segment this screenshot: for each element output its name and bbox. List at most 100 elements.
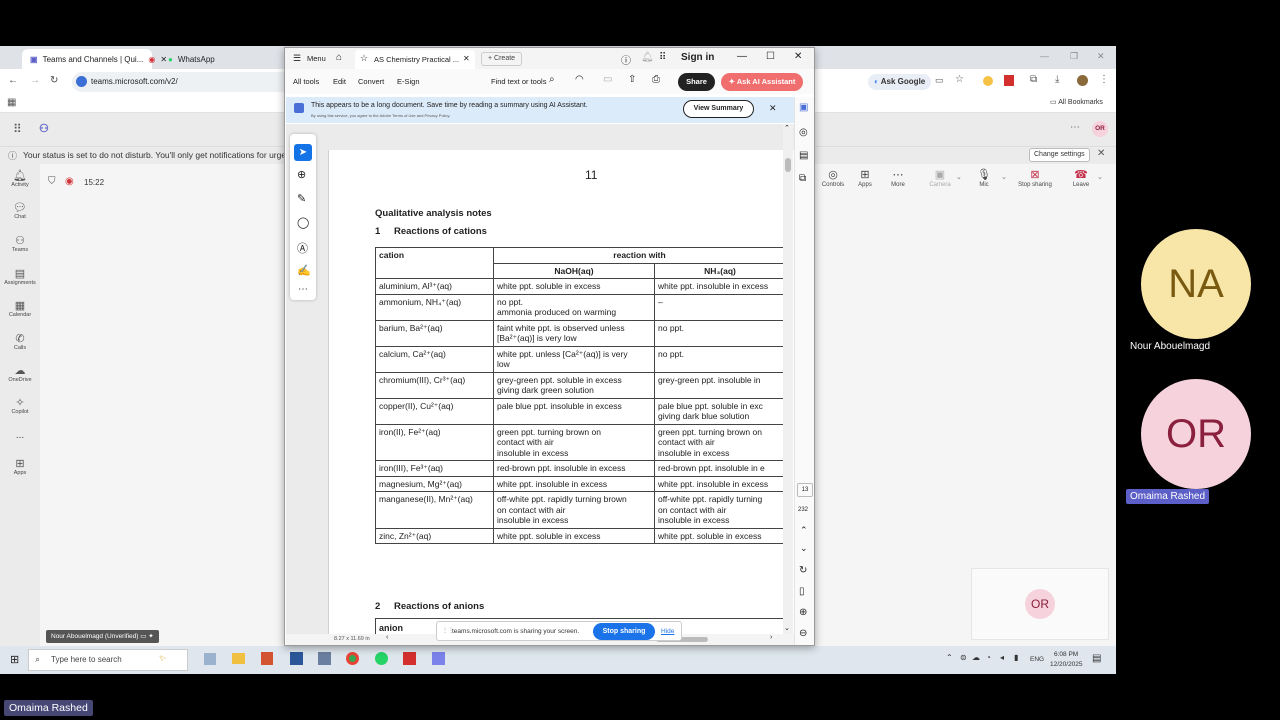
help-icon[interactable]: ⓘ <box>621 52 631 67</box>
zoom-tool-icon[interactable]: ⊕ <box>297 168 306 181</box>
ai-panel-icon[interactable]: ▣ <box>799 102 808 113</box>
extensions-puzzle-icon[interactable]: ⧉ <box>1030 74 1037 85</box>
pages-panel-icon[interactable]: ⧉ <box>799 173 806 184</box>
zoom-in-icon[interactable]: ⊕ <box>799 607 807 618</box>
teams-taskbar-icon[interactable] <box>432 652 445 665</box>
forward-arrow-icon[interactable]: → <box>30 75 40 86</box>
apps-grid-icon[interactable]: ⠿ <box>659 52 666 63</box>
chrome-icon[interactable] <box>346 652 359 665</box>
view-summary-button[interactable]: View Summary <box>683 100 754 118</box>
find-text-field[interactable]: Find text or tools <box>491 77 546 86</box>
tray-cloud-icon[interactable]: ☁ <box>972 653 980 662</box>
stop-sharing-chrome-button[interactable]: Stop sharing <box>593 623 655 640</box>
taskbar-search[interactable]: ⌕ Type here to search ✨︎ <box>28 649 188 671</box>
site-info-icon[interactable] <box>76 76 87 87</box>
edit-tab[interactable]: Edit <box>333 77 346 86</box>
close-window-icon[interactable]: ✕ <box>794 51 802 62</box>
profile-avatar[interactable] <box>1077 75 1088 86</box>
camera-button[interactable]: ▣ Camera <box>923 169 957 188</box>
mic-chevron-icon[interactable]: ⌄ <box>1001 173 1007 181</box>
stop-sharing-button[interactable]: ⊠ Stop sharing <box>1012 169 1058 188</box>
home-icon[interactable]: ⌂ <box>336 52 342 63</box>
office-icon[interactable] <box>261 652 273 665</box>
convert-tab[interactable]: Convert <box>358 77 384 86</box>
search-icon[interactable]: ⌕ <box>549 74 555 85</box>
bookmark-star-icon[interactable]: ☆ <box>955 74 964 85</box>
browser-tab-whatsapp[interactable]: ● WhatsApp <box>160 49 270 69</box>
rail-item-copilot[interactable]: ✧ Copilot <box>0 397 40 415</box>
rail-item-assignments[interactable]: ▤ Assignments <box>0 268 40 286</box>
all-bookmarks-button[interactable]: ▭ All Bookmarks <box>1050 98 1103 106</box>
bookmark-panel-icon[interactable]: ▤ <box>799 150 808 161</box>
more-tools-icon[interactable]: ⋯ <box>298 284 308 295</box>
url-field[interactable]: teams.microsoft.com/v2/ <box>72 72 302 92</box>
star-icon[interactable]: ☆ <box>360 53 368 64</box>
rail-item-apps[interactable]: ⊞ Apps <box>0 458 40 476</box>
more-button[interactable]: ⋯ More <box>881 169 915 188</box>
controls-button[interactable]: ◎ Controls <box>816 169 850 188</box>
select-cursor-icon[interactable]: ➤ <box>294 144 312 161</box>
text-box-icon[interactable]: Ⓐ <box>297 240 308 256</box>
read-aloud-icon[interactable]: ◠ <box>575 74 584 85</box>
tray-mic-icon[interactable]: ▮ <box>1014 653 1018 662</box>
scroll-left-icon[interactable]: ‹ <box>386 634 388 641</box>
vertical-scrollbar[interactable]: ⌃ ⌄ <box>783 124 793 634</box>
browser-tab-teams[interactable]: ▣ Teams and Channels | Qui... ◉ ✕ <box>22 49 167 69</box>
previous-page-icon[interactable]: ⌃ <box>800 525 808 536</box>
word-icon[interactable] <box>290 652 303 665</box>
maximize-icon[interactable]: ☐ <box>766 51 775 62</box>
task-view-icon[interactable] <box>204 653 216 665</box>
scroll-down-icon[interactable]: ⌄ <box>784 624 790 632</box>
leave-chevron-icon[interactable]: ⌄ <box>1097 173 1103 181</box>
mic-button[interactable]: 🎙︎ Mic <box>967 169 1001 188</box>
snipping-tool-icon[interactable] <box>318 652 331 665</box>
ask-ai-assistant-button[interactable]: ✦ Ask AI Assistant <box>721 73 803 91</box>
scroll-up-icon[interactable]: ⌃ <box>784 124 790 132</box>
back-arrow-icon[interactable]: ← <box>8 75 18 86</box>
app-launcher-icon[interactable]: ⠿ <box>13 122 22 136</box>
adobe-extension-icon[interactable] <box>1004 75 1014 86</box>
rail-item-onedrive[interactable]: ☁ OneDrive <box>0 365 40 383</box>
more-options-icon[interactable]: ⋯ <box>1070 122 1080 133</box>
lasso-icon[interactable]: ◯ <box>297 216 309 229</box>
sign-in-link[interactable]: Sign in <box>681 52 714 63</box>
tray-chevron-icon[interactable]: ⌃ <box>946 653 953 662</box>
close-banner-icon[interactable]: ✕ <box>769 103 777 114</box>
leave-button[interactable]: ☎ Leave <box>1064 169 1098 188</box>
file-explorer-icon[interactable] <box>232 653 245 664</box>
tray-volume-icon[interactable]: ◂ <box>1000 653 1004 662</box>
close-window-icon[interactable]: ✕ <box>1097 51 1105 62</box>
rail-item-calendar[interactable]: ▦ Calendar <box>0 300 40 318</box>
rail-item-more[interactable]: ... <box>0 430 40 441</box>
zoom-out-icon[interactable]: ⊖ <box>799 628 807 639</box>
rail-item-activity[interactable]: 🔔︎ Activity <box>0 170 40 188</box>
maximize-icon[interactable]: ❐ <box>1070 51 1078 62</box>
cast-icon[interactable]: ▭ <box>935 75 944 86</box>
pen-icon[interactable]: ✎ <box>297 192 306 205</box>
menu-label[interactable]: Menu <box>307 54 326 63</box>
apps-button[interactable]: ⊞ Apps <box>848 169 882 188</box>
rotate-icon[interactable]: ↻ <box>799 565 807 576</box>
browser-menu-icon[interactable]: ⋮ <box>1099 74 1109 85</box>
scroll-right-icon[interactable]: › <box>770 634 772 641</box>
share-button[interactable]: Share <box>678 73 715 91</box>
whatsapp-taskbar-icon[interactable] <box>375 652 388 665</box>
tray-wifi-icon[interactable]: ◔ <box>986 653 991 662</box>
print-icon[interactable]: ⎙ <box>652 74 660 85</box>
current-page-field[interactable]: 13 <box>797 483 813 497</box>
minimize-icon[interactable]: — <box>737 51 747 62</box>
acrobat-taskbar-icon[interactable] <box>403 652 416 665</box>
create-button[interactable]: + Create <box>481 52 523 66</box>
windows-start-icon[interactable]: ⊞ <box>10 653 19 666</box>
rail-item-chat[interactable]: 💬︎ Chat <box>0 202 40 220</box>
dismiss-icon[interactable]: ✕ <box>1097 148 1105 159</box>
next-page-icon[interactable]: ⌄ <box>800 543 808 554</box>
hamburger-icon[interactable]: ☰ <box>293 53 301 64</box>
rail-item-teams[interactable]: ⚇ Teams <box>0 235 40 253</box>
hide-link[interactable]: Hide <box>661 628 674 635</box>
tray-network-icon[interactable]: ⊜ <box>960 653 967 662</box>
upload-cloud-icon[interactable]: ⇧ <box>628 74 636 85</box>
stamp-icon[interactable]: ✍ <box>297 264 311 277</box>
clock-date[interactable]: 12/20/2025 <box>1050 661 1083 668</box>
language-indicator[interactable]: ENG <box>1030 656 1044 663</box>
